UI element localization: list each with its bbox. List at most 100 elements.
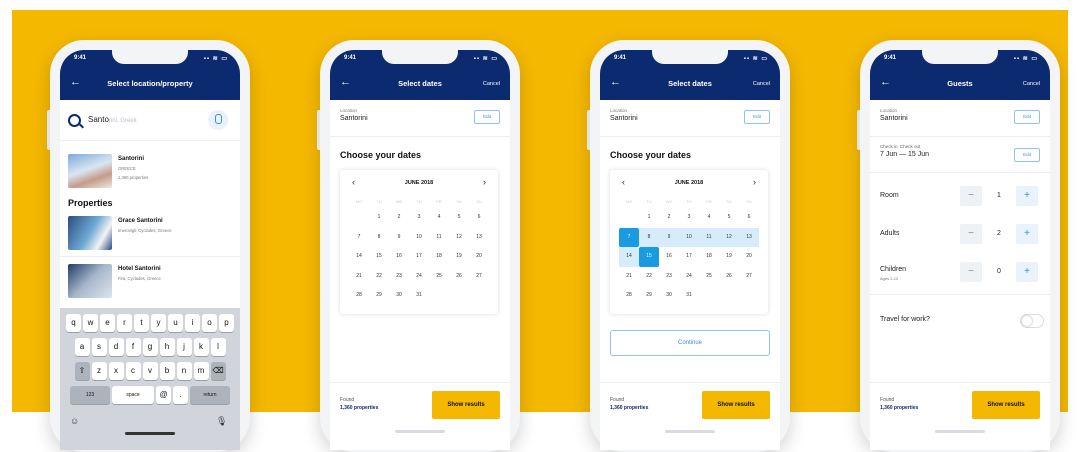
key-g[interactable]: g bbox=[142, 338, 158, 356]
voice-search-button[interactable] bbox=[208, 110, 228, 130]
key-i[interactable]: i bbox=[185, 314, 200, 332]
emoji-icon[interactable]: ☺ bbox=[70, 416, 79, 426]
key-q[interactable]: q bbox=[66, 314, 81, 332]
key-v[interactable]: v bbox=[142, 362, 158, 380]
calendar-day[interactable]: 13 bbox=[469, 228, 489, 248]
decrease-children-button[interactable]: − bbox=[960, 262, 982, 282]
key-c[interactable]: c bbox=[125, 362, 141, 380]
calendar-day[interactable]: 15 bbox=[639, 247, 659, 267]
key-u[interactable]: u bbox=[168, 314, 183, 332]
microphone-icon[interactable]: 🎙 bbox=[216, 416, 227, 427]
key-n[interactable]: n bbox=[176, 362, 192, 380]
cancel-button[interactable]: Cancel bbox=[1023, 81, 1040, 87]
calendar-day[interactable]: 1 bbox=[639, 208, 659, 228]
calendar-day[interactable]: 4 bbox=[699, 208, 719, 228]
calendar-day[interactable]: 12 bbox=[719, 227, 739, 247]
calendar-day[interactable]: 30 bbox=[389, 286, 409, 306]
space-key[interactable]: space bbox=[112, 386, 154, 404]
key-k[interactable]: k bbox=[193, 338, 209, 356]
backspace-key[interactable]: ⌫ bbox=[210, 362, 226, 380]
key-d[interactable]: d bbox=[108, 338, 124, 356]
calendar-day[interactable]: 10 bbox=[679, 227, 699, 247]
edit-location-button[interactable]: Edit bbox=[474, 110, 500, 124]
calendar-day[interactable]: 25 bbox=[429, 267, 449, 287]
calendar-day[interactable]: 31 bbox=[409, 286, 429, 306]
cancel-button[interactable]: Cancel bbox=[753, 81, 770, 87]
calendar-day[interactable]: 2 bbox=[389, 208, 409, 228]
calendar-day[interactable]: 10 bbox=[409, 228, 429, 248]
calendar-day[interactable]: 9 bbox=[659, 227, 679, 247]
calendar-day[interactable]: 28 bbox=[349, 286, 369, 306]
next-month-icon[interactable]: › bbox=[483, 177, 486, 187]
return-key[interactable]: return bbox=[190, 386, 230, 404]
key-a[interactable]: a bbox=[74, 338, 90, 356]
cancel-button[interactable]: Cancel bbox=[483, 81, 500, 87]
key-s[interactable]: s bbox=[91, 338, 107, 356]
show-results-button[interactable]: Show results bbox=[432, 391, 500, 419]
calendar-day[interactable]: 17 bbox=[409, 247, 429, 267]
continue-button[interactable]: Continue bbox=[610, 330, 770, 356]
calendar-day[interactable]: 26 bbox=[719, 267, 739, 287]
calendar-day[interactable]: 20 bbox=[469, 247, 489, 267]
calendar-day[interactable]: 16 bbox=[659, 247, 679, 267]
calendar-day[interactable]: 5 bbox=[719, 208, 739, 228]
calendar-day[interactable]: 11 bbox=[429, 228, 449, 248]
travel-for-work-toggle[interactable] bbox=[1020, 314, 1044, 328]
calendar-day[interactable]: 14 bbox=[349, 247, 369, 267]
calendar-day[interactable]: 27 bbox=[469, 267, 489, 287]
calendar-day[interactable]: 20 bbox=[739, 247, 759, 267]
calendar-day[interactable]: 14 bbox=[619, 247, 639, 267]
calendar-day[interactable]: 18 bbox=[429, 247, 449, 267]
period-key[interactable]: . bbox=[173, 386, 188, 404]
shift-key[interactable]: ⇧ bbox=[74, 362, 90, 380]
calendar-day[interactable]: 26 bbox=[449, 267, 469, 287]
decrease-room-button[interactable]: − bbox=[960, 186, 982, 206]
calendar-day[interactable]: 7 bbox=[349, 228, 369, 248]
calendar-day[interactable]: 6 bbox=[739, 208, 759, 228]
calendar-day[interactable]: 16 bbox=[389, 247, 409, 267]
calendar-day[interactable]: 8 bbox=[369, 228, 389, 248]
calendar-day[interactable]: 1 bbox=[369, 208, 389, 228]
decrease-adults-button[interactable]: − bbox=[960, 224, 982, 244]
key-f[interactable]: f bbox=[125, 338, 141, 356]
calendar-day[interactable]: 6 bbox=[469, 208, 489, 228]
key-m[interactable]: m bbox=[193, 362, 209, 380]
show-results-button[interactable]: Show results bbox=[702, 391, 770, 419]
calendar-day[interactable]: 15 bbox=[369, 247, 389, 267]
calendar-day[interactable]: 11 bbox=[699, 227, 719, 247]
calendar-day[interactable]: 12 bbox=[449, 228, 469, 248]
edit-location-button[interactable]: Edit bbox=[1014, 110, 1040, 124]
calendar-day[interactable]: 27 bbox=[739, 267, 759, 287]
at-key[interactable]: @ bbox=[156, 386, 171, 404]
calendar-day[interactable]: 23 bbox=[389, 267, 409, 287]
edit-location-button[interactable]: Edit bbox=[744, 110, 770, 124]
calendar-day[interactable]: 30 bbox=[659, 286, 679, 306]
calendar-day[interactable]: 29 bbox=[369, 286, 389, 306]
key-r[interactable]: r bbox=[117, 314, 132, 332]
calendar-day[interactable]: 17 bbox=[679, 247, 699, 267]
next-month-icon[interactable]: › bbox=[753, 177, 756, 187]
calendar-day[interactable]: 24 bbox=[679, 267, 699, 287]
key-p[interactable]: p bbox=[219, 314, 234, 332]
calendar-day[interactable]: 19 bbox=[719, 247, 739, 267]
key-l[interactable]: l bbox=[210, 338, 226, 356]
calendar-day[interactable]: 5 bbox=[449, 208, 469, 228]
key-b[interactable]: b bbox=[159, 362, 175, 380]
calendar-day[interactable]: 13 bbox=[739, 227, 759, 247]
numbers-key[interactable]: 123 bbox=[70, 386, 110, 404]
calendar-day[interactable]: 29 bbox=[639, 286, 659, 306]
calendar-day[interactable]: 4 bbox=[429, 208, 449, 228]
calendar-day[interactable]: 7 bbox=[619, 227, 639, 247]
key-z[interactable]: z bbox=[91, 362, 107, 380]
calendar-day[interactable]: 28 bbox=[619, 286, 639, 306]
calendar-day[interactable]: 2 bbox=[659, 208, 679, 228]
calendar-day[interactable]: 22 bbox=[639, 267, 659, 287]
calendar-day[interactable]: 8 bbox=[639, 227, 659, 247]
key-y[interactable]: y bbox=[151, 314, 166, 332]
show-results-button[interactable]: Show results bbox=[972, 391, 1040, 419]
calendar-day[interactable]: 19 bbox=[449, 247, 469, 267]
calendar-day[interactable]: 3 bbox=[679, 208, 699, 228]
calendar-day[interactable]: 31 bbox=[679, 286, 699, 306]
calendar-day[interactable]: 24 bbox=[409, 267, 429, 287]
key-e[interactable]: e bbox=[100, 314, 115, 332]
